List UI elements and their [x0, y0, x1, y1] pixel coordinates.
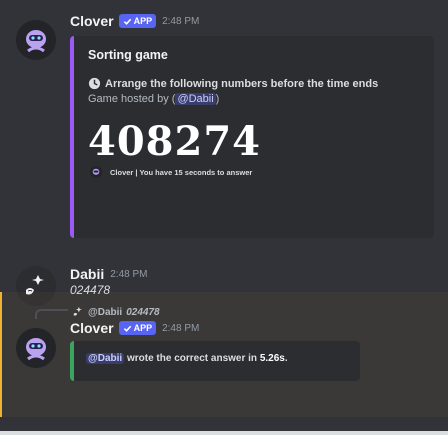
description-text: Arrange the following numbers before the…: [105, 77, 379, 90]
username[interactable]: Clover: [70, 320, 114, 336]
clover-bot-avatar-icon: [16, 20, 56, 60]
result-end: .: [284, 353, 288, 364]
host-mention[interactable]: @Dabii: [175, 93, 216, 105]
clover-avatar[interactable]: [16, 20, 56, 60]
reply-author[interactable]: @Dabii: [88, 307, 122, 318]
bottom-divider: [0, 431, 448, 435]
message-clover-game: Clover APP 2:48 PM Sorting game Arrange …: [0, 0, 448, 245]
reply-avatar-icon: [72, 306, 84, 318]
reply-preview[interactable]: @Dabii 024478: [72, 306, 160, 318]
verified-check-icon: [123, 324, 132, 333]
result-message: wrote the correct answer in: [124, 353, 260, 364]
app-badge-label: APP: [133, 16, 153, 26]
hosted-by-line: Game hosted by (@Dabii): [88, 93, 219, 105]
embed-footer: Clover | You have 15 seconds to answer: [90, 166, 252, 178]
hosted-suffix: ): [215, 93, 220, 105]
puzzle-number: 408274: [88, 118, 261, 165]
username[interactable]: Dabii: [70, 266, 104, 282]
result-embed: @Dabii wrote the correct answer in 5.26s…: [70, 341, 360, 381]
clock-icon: [88, 77, 101, 90]
message-clover-result: Clover APP 2:48 PM @Dabii wrote the corr…: [0, 318, 448, 418]
message-header: Dabii 2:48 PM: [70, 264, 147, 284]
app-badge-label: APP: [133, 323, 153, 333]
timestamp[interactable]: 2:48 PM: [110, 269, 147, 280]
footer-bot-icon: [90, 166, 102, 178]
username[interactable]: Clover: [70, 13, 114, 29]
verified-check-icon: [123, 17, 132, 26]
embed-title: Sorting game: [88, 48, 168, 62]
message-header: Clover APP 2:48 PM: [70, 11, 199, 31]
result-time: 5.26s: [259, 353, 285, 364]
reply-content: 024478: [126, 306, 160, 318]
timestamp[interactable]: 2:48 PM: [162, 16, 199, 27]
embed-description: Arrange the following numbers before the…: [88, 77, 378, 90]
message-dabii-answer: Dabii 2:48 PM 024478: [0, 256, 448, 306]
result-text: @Dabii wrote the correct answer in 5.26s…: [86, 353, 288, 364]
app-badge: APP: [118, 321, 157, 335]
footer-text: Clover | You have 15 seconds to answer: [110, 167, 253, 177]
winner-mention[interactable]: @Dabii: [86, 353, 125, 364]
hosted-prefix: Game hosted by (: [88, 93, 176, 105]
timestamp[interactable]: 2:48 PM: [162, 323, 199, 334]
message-header: Clover APP 2:48 PM: [70, 318, 199, 338]
clover-avatar[interactable]: [16, 328, 56, 368]
app-badge: APP: [118, 14, 157, 28]
clover-bot-avatar-icon: [16, 328, 56, 368]
game-embed: Sorting game Arrange the following numbe…: [70, 36, 434, 238]
